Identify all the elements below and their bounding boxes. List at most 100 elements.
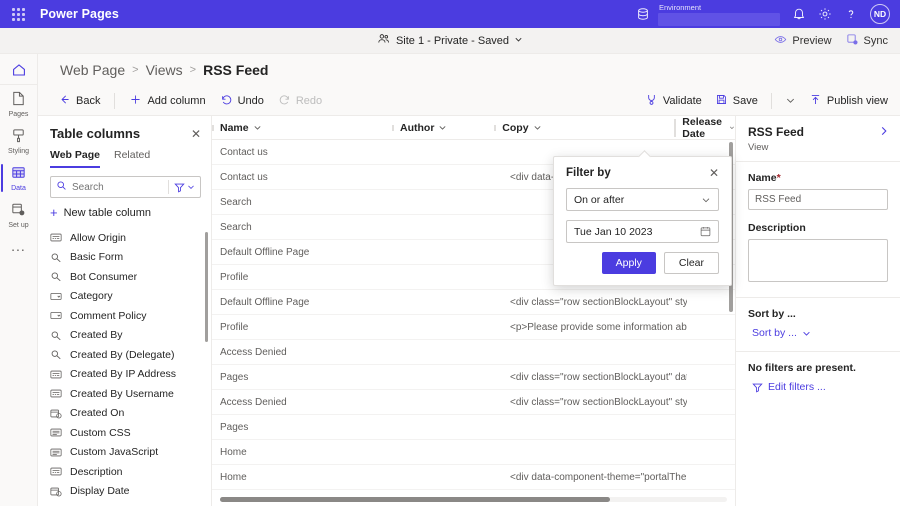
- column-header-name[interactable]: Name: [212, 122, 392, 134]
- list-item[interactable]: Allow Origin: [38, 228, 211, 248]
- save-options-chevron-down-icon[interactable]: [785, 95, 796, 106]
- expand-chevron-right-icon[interactable]: [878, 125, 890, 137]
- table-row[interactable]: Pages <div class="row sectionBlockLayout…: [212, 365, 735, 390]
- calendar-icon[interactable]: [700, 226, 711, 237]
- breadcrumb-current-rss-feed: RSS Feed: [203, 62, 269, 78]
- back-button[interactable]: Back: [58, 93, 100, 109]
- more-options-icon[interactable]: ...: [11, 239, 26, 253]
- undo-button[interactable]: Undo: [220, 93, 264, 109]
- lookup-column-icon: [50, 330, 62, 341]
- sort-by-label: Sort by ...: [748, 308, 796, 320]
- table-row[interactable]: Home <div data-component-theme="portalTh…: [212, 465, 735, 490]
- column-header-copy[interactable]: Copy: [494, 122, 674, 134]
- table-row[interactable]: Access Denied: [212, 340, 735, 365]
- sort-by-dropdown[interactable]: Sort by ...: [748, 327, 888, 339]
- list-item[interactable]: Basic Form: [38, 248, 211, 268]
- site-bar: Site 1 - Private - Saved Preview Sync: [0, 28, 900, 54]
- save-button[interactable]: Save: [715, 93, 758, 109]
- redo-icon: [278, 93, 291, 109]
- list-item[interactable]: Category: [38, 287, 211, 307]
- chevron-down-icon: [701, 195, 711, 205]
- list-item-label: Display Date: [70, 485, 130, 498]
- environment-icon[interactable]: [630, 1, 656, 27]
- lookup-column-icon: [50, 349, 62, 360]
- description-field[interactable]: [748, 239, 888, 282]
- clear-button[interactable]: Clear: [663, 252, 719, 274]
- table-row[interactable]: Access Denied <div class="row sectionBlo…: [212, 390, 735, 415]
- list-item[interactable]: Custom CSS: [38, 423, 211, 443]
- tab-related[interactable]: Related: [114, 149, 150, 168]
- table-row[interactable]: Default Offline Page <div class="row sec…: [212, 290, 735, 315]
- sidebar-item-home[interactable]: [0, 58, 38, 85]
- cell-name: Default Offline Page: [220, 246, 310, 258]
- close-icon[interactable]: ✕: [191, 128, 201, 140]
- main-content: Web Page > Views > RSS Feed Back Add col…: [38, 54, 900, 506]
- list-item[interactable]: Custom JavaScript: [38, 443, 211, 463]
- save-label: Save: [732, 94, 758, 107]
- breadcrumb-item-views[interactable]: Views: [146, 62, 183, 78]
- validate-label: Validate: [662, 94, 702, 107]
- columns-scrollbar[interactable]: [205, 232, 208, 342]
- preview-button[interactable]: Preview: [774, 33, 832, 49]
- grid-horizontal-scrollbar[interactable]: [220, 497, 727, 502]
- help-icon[interactable]: [838, 1, 864, 27]
- sidebar-item-pages[interactable]: Pages: [0, 85, 38, 122]
- list-item[interactable]: Created By Username: [38, 384, 211, 404]
- sidebar-item-styling[interactable]: Styling: [0, 122, 38, 159]
- column-header-release-date-label: Release Date: [682, 116, 722, 140]
- apply-button[interactable]: Apply: [601, 252, 656, 274]
- list-item[interactable]: Display Order: [38, 501, 211, 506]
- list-item[interactable]: Bot Consumer: [38, 267, 211, 287]
- columns-search-row: [38, 168, 211, 204]
- notifications-icon[interactable]: [786, 1, 812, 27]
- sidebar-item-setup[interactable]: Set up: [0, 196, 38, 233]
- new-table-column-button[interactable]: + New table column: [38, 204, 211, 226]
- app-launcher-icon[interactable]: [10, 6, 26, 22]
- list-item[interactable]: Created On: [38, 404, 211, 424]
- list-item[interactable]: Created By (Delegate): [38, 345, 211, 365]
- validate-button[interactable]: Validate: [645, 93, 702, 109]
- site-name-label[interactable]: Site 1 - Private - Saved: [396, 35, 509, 47]
- table-row[interactable]: Pages: [212, 415, 735, 440]
- site-chevron-down-icon[interactable]: [514, 35, 523, 47]
- close-icon[interactable]: ✕: [709, 167, 719, 179]
- command-divider: [770, 92, 772, 109]
- list-item[interactable]: Description: [38, 462, 211, 482]
- list-item-label: Created By: [70, 329, 123, 342]
- name-field[interactable]: [748, 189, 888, 210]
- list-item[interactable]: Comment Policy: [38, 306, 211, 326]
- list-item[interactable]: Created By IP Address: [38, 365, 211, 385]
- text-column-icon: [50, 232, 62, 243]
- validate-icon: [645, 93, 658, 109]
- environment-selector[interactable]: Environment: [658, 3, 780, 26]
- breadcrumb-item-webpage[interactable]: Web Page: [60, 62, 125, 78]
- back-label: Back: [76, 94, 101, 107]
- sync-button[interactable]: Sync: [846, 33, 888, 49]
- edit-filters-button[interactable]: Edit filters ...: [748, 381, 888, 393]
- table-columns-list[interactable]: Allow Origin Basic Form Bot Consumer Cat…: [38, 226, 211, 506]
- column-header-author[interactable]: Author: [392, 122, 494, 134]
- filter-date-field[interactable]: Tue Jan 10 2023: [566, 220, 719, 243]
- add-column-button[interactable]: Add column: [129, 93, 206, 109]
- settings-gear-icon[interactable]: [812, 1, 838, 27]
- publish-view-button[interactable]: Publish view: [809, 93, 888, 109]
- filter-icon[interactable]: [174, 182, 195, 193]
- table-row[interactable]: Home: [212, 440, 735, 465]
- list-item[interactable]: Created By: [38, 326, 211, 346]
- search-input[interactable]: [72, 181, 164, 193]
- cell-name: Profile: [220, 321, 249, 333]
- cell-copy: <div class="row sectionBlockLayout" data…: [510, 371, 687, 383]
- add-column-label: Add column: [147, 94, 206, 107]
- table-row[interactable]: Profile <p>Please provide some informati…: [212, 315, 735, 340]
- sidebar-item-data[interactable]: Data: [0, 159, 38, 196]
- filter-operator-dropdown[interactable]: On or after: [566, 188, 719, 211]
- search-box[interactable]: [50, 176, 201, 198]
- environment-label: Environment: [659, 2, 702, 12]
- user-avatar[interactable]: ND: [870, 4, 890, 24]
- column-header-release-date[interactable]: Release Date: [674, 116, 735, 140]
- breadcrumb: Web Page > Views > RSS Feed: [38, 54, 900, 86]
- site-selector[interactable]: Site 1 - Private - Saved: [0, 32, 900, 49]
- tab-web-page[interactable]: Web Page: [50, 149, 100, 168]
- table-columns-tabs: Web Page Related: [38, 145, 211, 168]
- list-item[interactable]: Display Date: [38, 482, 211, 502]
